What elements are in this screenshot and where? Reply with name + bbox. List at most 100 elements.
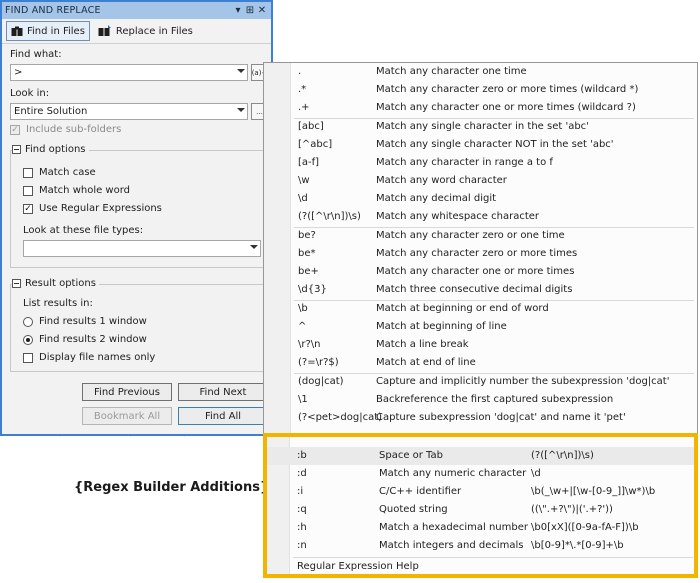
match-case-label: Match case bbox=[39, 167, 96, 178]
regex-menu-item[interactable]: \d{3} Match three consecutive decimal dig… bbox=[264, 281, 697, 299]
regex-pattern: [^abc] bbox=[298, 139, 333, 150]
addition-pattern: :q bbox=[297, 504, 307, 515]
regex-menu-item[interactable]: be? Match any character zero or one time bbox=[264, 227, 697, 245]
regex-menu-item[interactable]: .* Match any character zero or more times… bbox=[264, 81, 697, 99]
find-what-label: Find what: bbox=[10, 49, 62, 60]
include-subfolders-checkbox[interactable]: ✓ Include sub-folders bbox=[10, 124, 121, 135]
regex-menu-item[interactable]: \b Match at beginning or end of word bbox=[264, 300, 697, 318]
find-what-input[interactable]: > bbox=[10, 64, 248, 81]
regex-description: Match any single character in the set 'a… bbox=[376, 121, 589, 132]
find-options-header[interactable]: Find options bbox=[12, 144, 89, 155]
regex-description: Capture and implicitly number the subexp… bbox=[376, 376, 670, 387]
regex-menu-item[interactable]: [a-f] Match any character in range a to f bbox=[264, 154, 697, 172]
display-file-names-checkbox[interactable]: Display file names only bbox=[23, 352, 155, 363]
regex-menu-item[interactable]: (?=\r?$) Match at end of line bbox=[264, 354, 697, 372]
chevron-down-icon[interactable] bbox=[237, 108, 245, 112]
replace-in-files-icon bbox=[98, 25, 111, 36]
addition-description: Quoted string bbox=[379, 504, 448, 515]
regex-builder-menu: . Match any character one time .* Match an… bbox=[263, 62, 698, 434]
find-results-2-label: Find results 2 window bbox=[39, 334, 147, 345]
regex-pattern: (?<pet>dog|cat) bbox=[298, 412, 383, 423]
addition-menu-item[interactable]: :n Match integers and decimals \b[0-9]*\.*… bbox=[267, 537, 694, 555]
regex-menu-item[interactable]: \w Match any word character bbox=[264, 172, 697, 190]
regex-menu-item[interactable]: be* Match any character zero or more time… bbox=[264, 245, 697, 263]
match-case-checkbox[interactable]: Match case bbox=[23, 167, 96, 178]
regex-description: Match a line break bbox=[376, 339, 469, 350]
find-results-1-radio[interactable]: Find results 1 window bbox=[23, 316, 147, 327]
addition-pattern: :b bbox=[297, 450, 307, 461]
find-previous-button[interactable]: Find Previous bbox=[82, 383, 172, 401]
regex-menu-item[interactable]: .+ Match any character one or more times … bbox=[264, 99, 697, 117]
result-options-header[interactable]: Result options bbox=[12, 278, 99, 289]
list-results-label: List results in: bbox=[23, 298, 93, 309]
look-in-value: Entire Solution bbox=[14, 106, 88, 117]
regex-menu-item[interactable]: (dog|cat) Capture and implicitly number t… bbox=[264, 373, 697, 391]
dropdown-arrow-icon[interactable]: ▾ bbox=[232, 5, 244, 16]
regex-menu-item[interactable]: \r?\n Match a line break bbox=[264, 336, 697, 354]
tab-label: Find in Files bbox=[27, 25, 85, 37]
chevron-down-icon[interactable] bbox=[250, 245, 258, 249]
regex-menu-item[interactable]: . Match any character one time bbox=[264, 63, 697, 81]
regex-pattern: (?=\r?$) bbox=[298, 357, 339, 368]
addition-menu-item[interactable]: :q Quoted string ((\".+?\")|('.+?')) bbox=[267, 501, 694, 519]
regex-menu-item[interactable]: ^ Match at beginning of line bbox=[264, 318, 697, 336]
regex-description: Match three consecutive decimal digits bbox=[376, 284, 573, 295]
tab-replace-in-files[interactable]: Replace in Files bbox=[94, 22, 197, 40]
match-whole-word-checkbox[interactable]: Match whole word bbox=[23, 185, 130, 196]
regex-description: Match any decimal digit bbox=[376, 193, 497, 204]
addition-menu-item[interactable]: :b Space or Tab (?([^\r\n])\s) bbox=[267, 447, 694, 465]
pin-icon[interactable]: ⊞ bbox=[244, 5, 256, 16]
regex-help-item[interactable]: Regular Expression Help bbox=[267, 558, 694, 576]
collapse-icon[interactable] bbox=[12, 145, 21, 154]
result-options-title: Result options bbox=[25, 278, 96, 289]
addition-expression: \b0[xX]([0-9a-fA-F])\b bbox=[531, 522, 639, 533]
use-regex-label: Use Regular Expressions bbox=[39, 203, 162, 214]
match-whole-word-label: Match whole word bbox=[39, 185, 131, 196]
regex-builder-additions-menu: :b Space or Tab (?([^\r\n])\s) :d Match any… bbox=[263, 433, 698, 578]
addition-menu-item[interactable]: :d Match any numeric character \d bbox=[267, 465, 694, 483]
addition-expression: \b(_\w+|[\w-[0-9_]]\w*)\b bbox=[531, 486, 656, 497]
checkmark-icon[interactable]: ✓ bbox=[23, 203, 33, 214]
look-in-select[interactable]: Entire Solution bbox=[10, 103, 248, 120]
addition-menu-item[interactable]: :h Match a hexadecimal number \b0[xX]([0-9… bbox=[267, 519, 694, 537]
tab-find-in-files[interactable]: Find in Files bbox=[6, 21, 90, 41]
addition-description: Match a hexadecimal number bbox=[379, 522, 528, 533]
find-what-value: > bbox=[14, 67, 23, 78]
find-results-1-label: Find results 1 window bbox=[39, 316, 147, 327]
collapse-icon[interactable] bbox=[12, 279, 21, 288]
regex-menu-item[interactable]: (?<pet>dog|cat) Capture subexpression 'do… bbox=[264, 409, 697, 427]
chevron-down-icon[interactable] bbox=[237, 69, 245, 73]
regex-menu-item[interactable]: \1 Backreference the first captured subex… bbox=[264, 391, 697, 409]
regex-pattern: \1 bbox=[298, 394, 308, 405]
find-options-title: Find options bbox=[25, 144, 86, 155]
regex-menu-item[interactable]: be+ Match any character one or more times bbox=[264, 263, 697, 281]
find-all-button[interactable]: Find All bbox=[178, 407, 268, 425]
regex-description: Match any character zero or more times bbox=[376, 248, 578, 259]
radio-button[interactable] bbox=[23, 334, 33, 345]
regex-pattern: .+ bbox=[298, 102, 310, 113]
radio-button[interactable] bbox=[23, 316, 33, 327]
regex-pattern: . bbox=[298, 66, 302, 77]
find-results-2-radio[interactable]: Find results 2 window bbox=[23, 334, 147, 345]
regex-menu-item[interactable]: (?([^\r\n])\s) Match any whitespace chara… bbox=[264, 208, 697, 226]
checkbox-box[interactable] bbox=[23, 167, 33, 178]
bookmark-all-button[interactable]: Bookmark All bbox=[82, 407, 172, 425]
addition-expression: \d bbox=[531, 468, 541, 479]
checkbox-box[interactable] bbox=[23, 185, 33, 196]
regex-help-label: Regular Expression Help bbox=[297, 561, 419, 572]
find-next-button[interactable]: Find Next bbox=[178, 383, 268, 401]
tab-label: Replace in Files bbox=[115, 25, 193, 37]
use-regex-checkbox[interactable]: ✓ Use Regular Expressions bbox=[23, 203, 162, 214]
close-icon[interactable]: ✕ bbox=[256, 5, 268, 16]
checkbox-box[interactable] bbox=[23, 352, 33, 363]
regex-menu-item[interactable]: [abc] Match any single character in the s… bbox=[264, 118, 697, 136]
file-types-combo[interactable] bbox=[23, 240, 261, 257]
look-in-label: Look in: bbox=[10, 88, 50, 99]
addition-menu-item[interactable]: :i C/C++ identifier \b(_\w+|[\w-[0-9_]]\w*… bbox=[267, 483, 694, 501]
regex-menu-item[interactable]: [^abc] Match any single character NOT in … bbox=[264, 136, 697, 154]
regex-pattern: be+ bbox=[298, 266, 319, 277]
regex-description: Match any character one or more times (w… bbox=[376, 102, 636, 113]
regex-menu-item[interactable]: \d Match any decimal digit bbox=[264, 190, 697, 208]
addition-description: Match integers and decimals bbox=[379, 540, 524, 551]
regex-description: Match any character one or more times bbox=[376, 266, 575, 277]
